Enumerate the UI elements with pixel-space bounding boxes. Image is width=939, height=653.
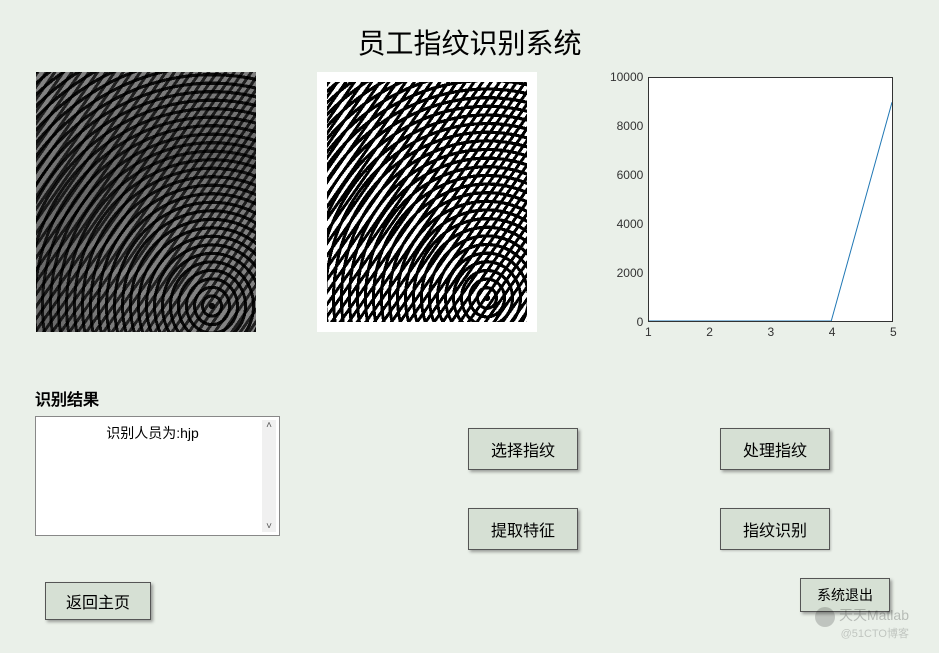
x-tick-label: 2: [706, 325, 713, 339]
y-tick-label: 2000: [617, 266, 644, 280]
feature-chart: 0 2000 4000 6000 8000 10000 1 2 3 4 5: [598, 72, 903, 347]
select-fingerprint-button[interactable]: 选择指纹: [468, 428, 578, 470]
main-content-row: 0 2000 4000 6000 8000 10000 1 2 3 4 5: [0, 72, 939, 347]
x-tick-label: 4: [829, 325, 836, 339]
x-tick-label: 1: [645, 325, 652, 339]
scroll-up-icon[interactable]: ˄: [266, 420, 272, 431]
scroll-down-icon[interactable]: ˅: [266, 521, 272, 532]
y-tick-label: 10000: [610, 70, 643, 84]
extract-feature-button[interactable]: 提取特征: [468, 508, 578, 550]
result-textbox[interactable]: 识别人员为:hjp ˄ ˅: [35, 416, 280, 536]
y-tick-label: 8000: [617, 119, 644, 133]
result-label: 识别结果: [35, 386, 285, 410]
y-tick-label: 4000: [617, 217, 644, 231]
x-tick-label: 3: [767, 325, 774, 339]
original-fingerprint-image: [36, 72, 256, 332]
scrollbar[interactable]: ˄ ˅: [262, 420, 276, 532]
process-fingerprint-button[interactable]: 处理指纹: [720, 428, 830, 470]
return-home-button[interactable]: 返回主页: [45, 582, 151, 620]
x-tick-label: 5: [890, 325, 897, 339]
recognize-fingerprint-button[interactable]: 指纹识别: [720, 508, 830, 550]
y-tick-label: 6000: [617, 168, 644, 182]
page-title: 员工指纹识别系统: [0, 0, 939, 72]
result-text: 识别人员为:hjp: [44, 421, 261, 443]
result-section: 识别结果 识别人员为:hjp ˄ ˅: [35, 386, 285, 536]
processed-fingerprint-image: [317, 72, 537, 332]
exit-system-button[interactable]: 系统退出: [800, 578, 890, 612]
y-tick-label: 0: [637, 315, 644, 329]
